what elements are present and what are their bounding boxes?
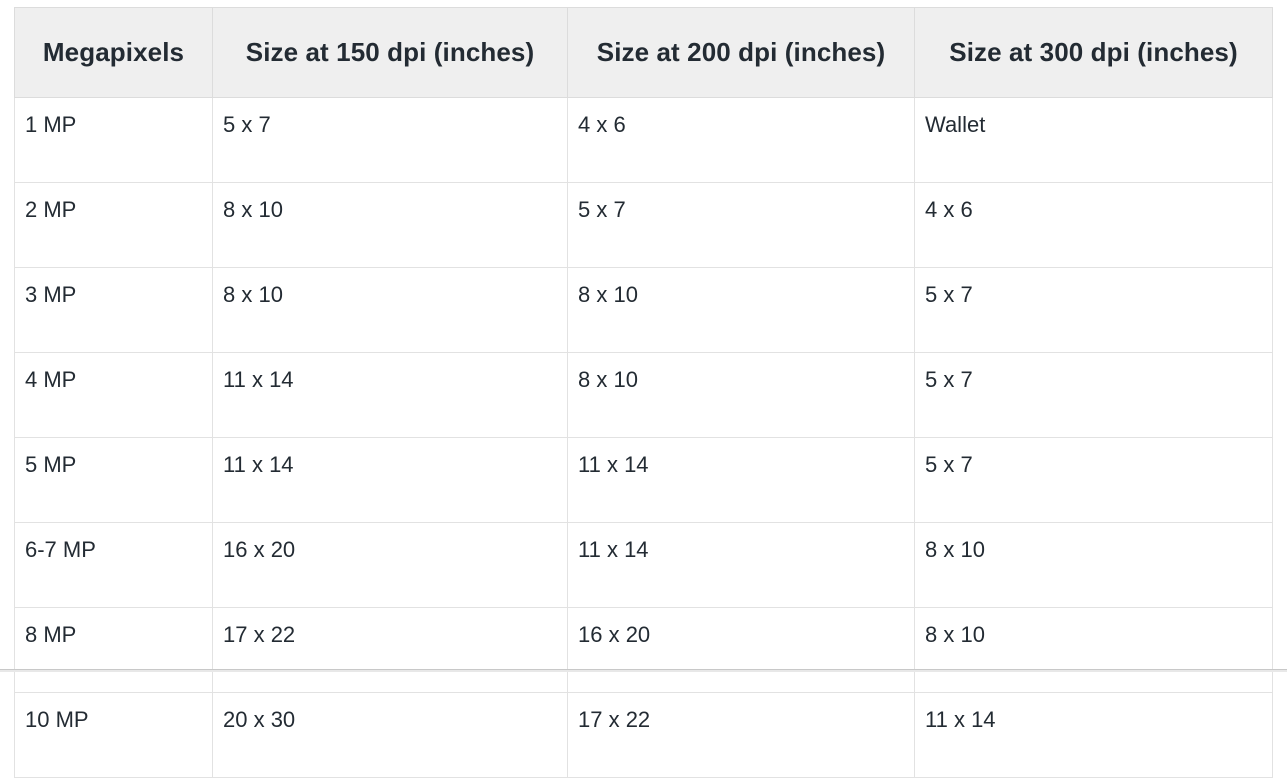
cell-size-200-dpi: 8 x 10 — [567, 352, 915, 438]
cell-size-200-dpi: 11 x 14 — [567, 522, 915, 608]
cell-size-200-dpi: 8 x 10 — [567, 267, 915, 353]
cell-size-300-dpi: 4 x 6 — [914, 182, 1273, 268]
column-header-megapixels: Megapixels — [14, 7, 213, 98]
cell-size-200-dpi: 4 x 6 — [567, 97, 915, 183]
cell-megapixels: 4 MP — [14, 352, 213, 438]
table-row: 1 MP 5 x 7 4 x 6 Wallet — [14, 97, 1273, 183]
cell-size-200-dpi: 5 x 7 — [567, 182, 915, 268]
table-body: 1 MP 5 x 7 4 x 6 Wallet 2 MP 8 x 10 5 x … — [14, 97, 1273, 778]
cell-size-150-dpi: 8 x 10 — [212, 267, 568, 353]
cell-size-150-dpi: 16 x 20 — [212, 522, 568, 608]
table-row: 5 MP 11 x 14 11 x 14 5 x 7 — [14, 437, 1273, 523]
megapixel-print-size-table: Megapixels Size at 150 dpi (inches) Size… — [14, 7, 1273, 778]
column-header-size-150-dpi: Size at 150 dpi (inches) — [212, 7, 568, 98]
table-row: 4 MP 11 x 14 8 x 10 5 x 7 — [14, 352, 1273, 438]
cell-size-150-dpi: 20 x 30 — [212, 692, 568, 778]
cell-size-200-dpi: 16 x 20 — [567, 607, 915, 693]
cell-megapixels: 1 MP — [14, 97, 213, 183]
cell-size-300-dpi: 8 x 10 — [914, 522, 1273, 608]
cell-size-150-dpi: 17 x 22 — [212, 607, 568, 693]
cell-size-300-dpi: 5 x 7 — [914, 352, 1273, 438]
cell-megapixels: 8 MP — [14, 607, 213, 693]
cell-size-200-dpi: 11 x 14 — [567, 437, 915, 523]
cell-size-150-dpi: 11 x 14 — [212, 352, 568, 438]
cell-megapixels: 10 MP — [14, 692, 213, 778]
cell-megapixels: 5 MP — [14, 437, 213, 523]
cell-size-300-dpi: 5 x 7 — [914, 267, 1273, 353]
megapixel-print-size-table-container: Megapixels Size at 150 dpi (inches) Size… — [14, 7, 1273, 778]
cell-size-300-dpi: 5 x 7 — [914, 437, 1273, 523]
cell-size-200-dpi: 17 x 22 — [567, 692, 915, 778]
cell-size-150-dpi: 5 x 7 — [212, 97, 568, 183]
cell-size-150-dpi: 11 x 14 — [212, 437, 568, 523]
table-row: 3 MP 8 x 10 8 x 10 5 x 7 — [14, 267, 1273, 353]
table-row: 2 MP 8 x 10 5 x 7 4 x 6 — [14, 182, 1273, 268]
table-row: 6-7 MP 16 x 20 11 x 14 8 x 10 — [14, 522, 1273, 608]
cell-size-150-dpi: 8 x 10 — [212, 182, 568, 268]
table-row: 8 MP 17 x 22 16 x 20 8 x 10 — [14, 607, 1273, 693]
table-header: Megapixels Size at 150 dpi (inches) Size… — [14, 7, 1273, 98]
cell-size-300-dpi: 8 x 10 — [914, 607, 1273, 693]
cell-size-300-dpi: Wallet — [914, 97, 1273, 183]
cell-megapixels: 6-7 MP — [14, 522, 213, 608]
page-root: Megapixels Size at 150 dpi (inches) Size… — [0, 0, 1287, 778]
cell-megapixels: 3 MP — [14, 267, 213, 353]
page-divider-shadow — [0, 670, 1287, 672]
table-row: 10 MP 20 x 30 17 x 22 11 x 14 — [14, 692, 1273, 778]
column-header-size-200-dpi: Size at 200 dpi (inches) — [567, 7, 915, 98]
cell-megapixels: 2 MP — [14, 182, 213, 268]
column-header-size-300-dpi: Size at 300 dpi (inches) — [914, 7, 1273, 98]
table-header-row: Megapixels Size at 150 dpi (inches) Size… — [14, 7, 1273, 98]
cell-size-300-dpi: 11 x 14 — [914, 692, 1273, 778]
